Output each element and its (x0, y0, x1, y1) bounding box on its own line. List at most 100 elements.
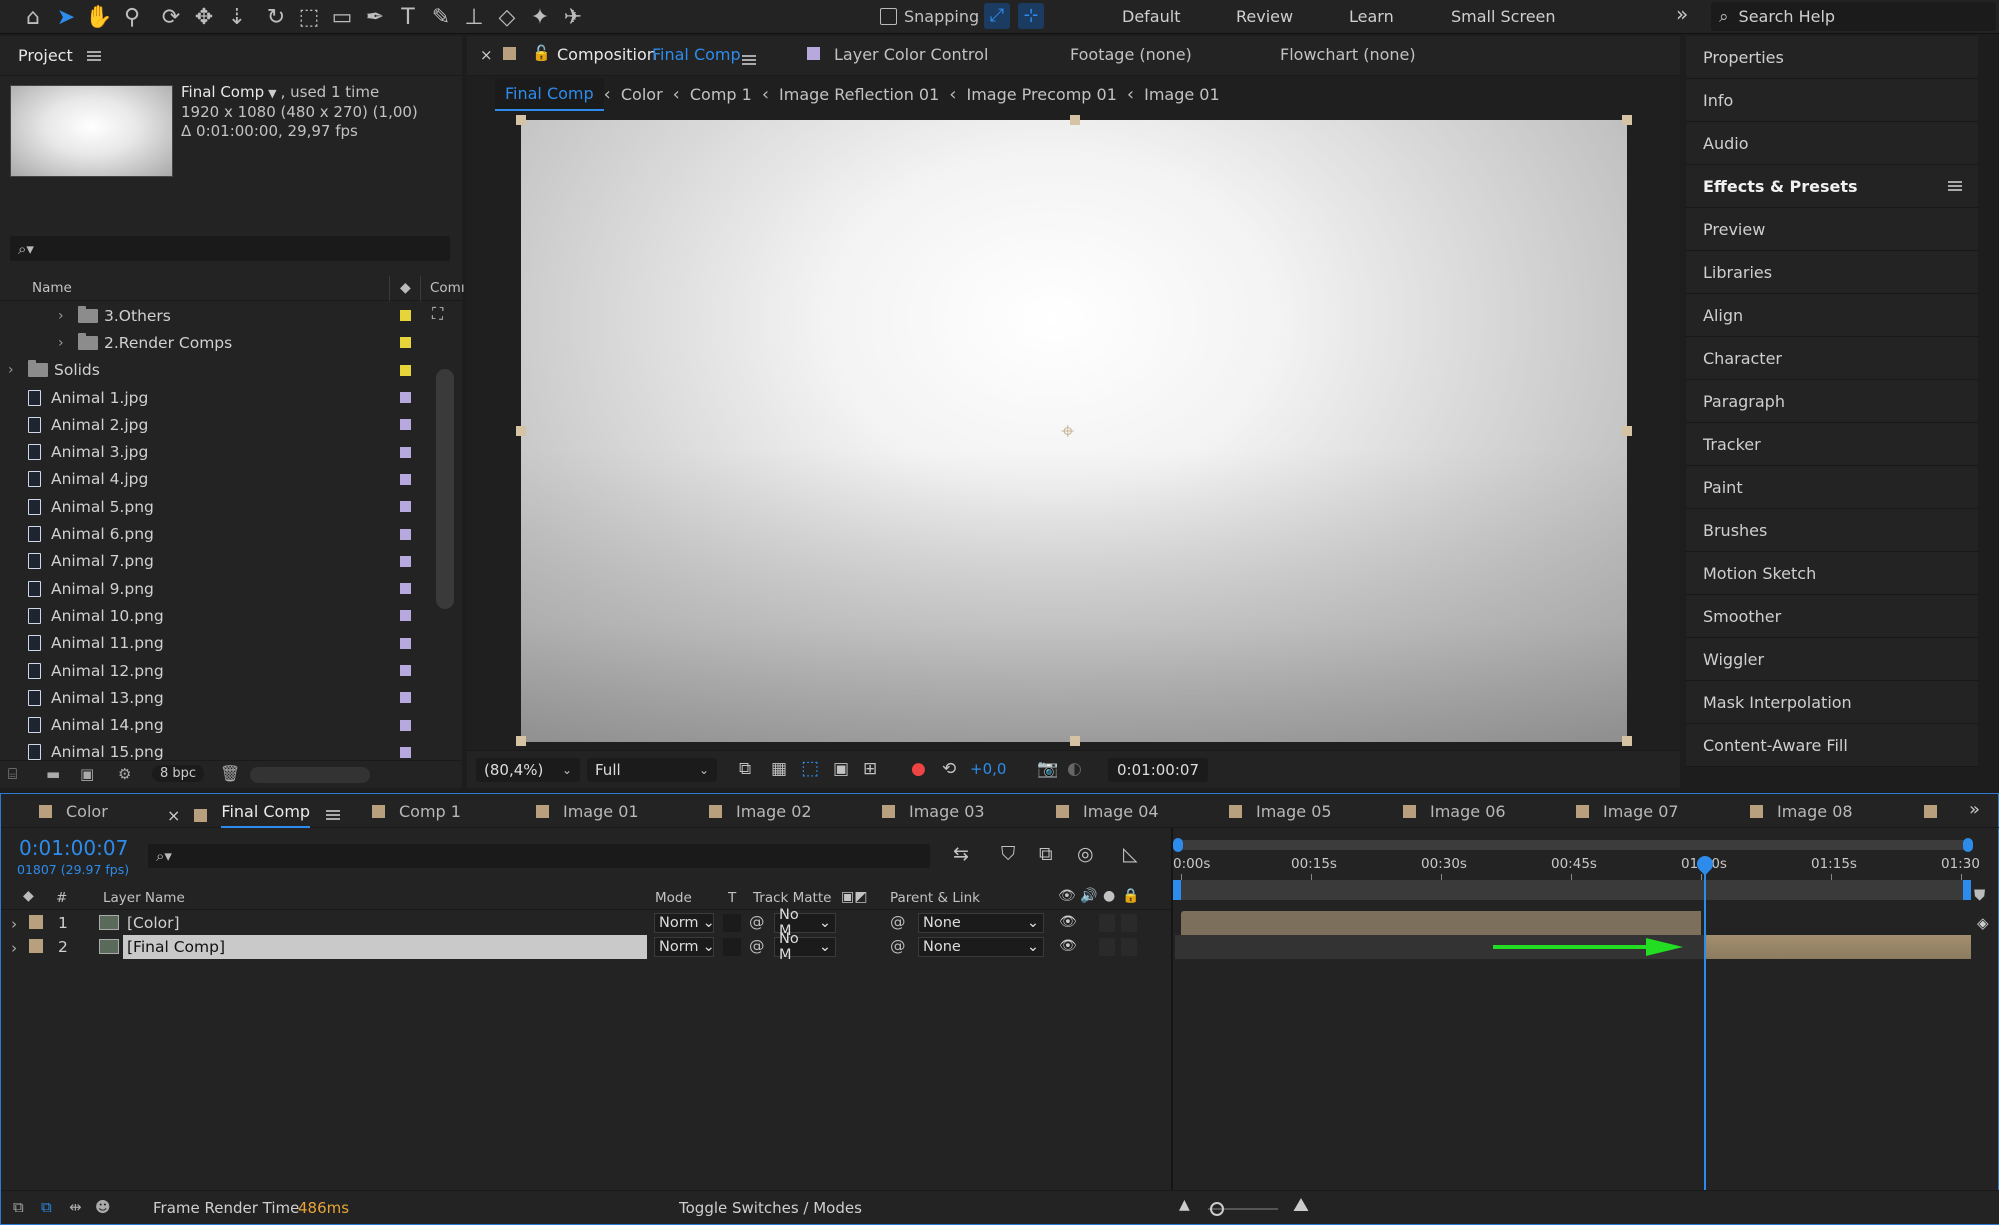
checkbox-icon[interactable] (880, 8, 897, 25)
panel-paint[interactable]: Paint (1686, 466, 1978, 509)
work-area-end[interactable] (1963, 880, 1971, 900)
timeline-tab[interactable]: Image 05 (1229, 802, 1332, 821)
timeline-tab[interactable]: Comp 1 (372, 802, 461, 821)
rotate-icon[interactable]: ↻ (261, 2, 291, 32)
column-mode[interactable]: Mode (655, 890, 692, 906)
project-item[interactable]: Animal 2.jpg (0, 411, 430, 438)
work-area-start[interactable] (1173, 880, 1181, 900)
solo-switch-icon[interactable]: ● (1103, 888, 1115, 904)
zoom-out-icon[interactable]: ▲ (1179, 1197, 1190, 1213)
project-item[interactable]: Animal 11.png (0, 630, 430, 657)
workspace-learn[interactable]: Learn (1349, 7, 1394, 26)
column-layer-name[interactable]: Layer Name (103, 890, 185, 906)
brush-icon[interactable]: ✎ (426, 2, 456, 32)
reset-exposure-icon[interactable]: ⟲ (942, 759, 956, 779)
panel-brushes[interactable]: Brushes (1686, 509, 1978, 552)
switch-toggle[interactable] (1099, 914, 1115, 932)
thumbnail-slider[interactable] (250, 767, 370, 783)
fast-previews-icon[interactable]: ⧉ (739, 759, 751, 779)
switch-toggle[interactable] (1121, 938, 1137, 956)
composition-tab-name[interactable]: Final Comp (652, 45, 741, 64)
layer-mode-dropdown[interactable]: Norm ⌄ (654, 937, 715, 957)
snap-features-icon[interactable]: ⊹ (1018, 3, 1044, 29)
dropdown-arrow-icon[interactable]: ▼ (268, 87, 276, 100)
workspace-small-screen[interactable]: Small Screen (1451, 7, 1556, 26)
region-of-interest-icon[interactable]: ▣ (833, 759, 849, 779)
channel-icon[interactable]: ● (911, 759, 926, 779)
composition-viewer[interactable]: ⌖ (521, 120, 1627, 742)
label-color-swatch[interactable] (29, 939, 43, 953)
composition-tab-prefix[interactable]: Composition (557, 45, 657, 64)
video-switch-icon[interactable]: 👁 (1058, 888, 1076, 904)
label-color-swatch[interactable] (400, 637, 411, 649)
more-workspaces-icon[interactable]: » (1676, 2, 1688, 26)
timeline-tab[interactable]: × Final Comp (167, 802, 341, 828)
transfer-controls-icon[interactable]: ⧉ (41, 1198, 52, 1216)
pen-icon[interactable]: ✒ (360, 2, 390, 32)
composition-mini-flowchart-icon[interactable]: ⇆ (953, 843, 969, 865)
panel-smoother[interactable]: Smoother (1686, 595, 1978, 638)
project-item[interactable]: Animal 3.jpg (0, 438, 430, 465)
layer-switches-icon[interactable]: ⧉ (13, 1198, 24, 1216)
expand-chevron-icon[interactable]: › (11, 915, 17, 933)
preserve-transparency-toggle[interactable] (723, 938, 741, 956)
track-matte-pickwhip-icon[interactable]: @ (749, 937, 765, 955)
more-tabs-icon[interactable]: » (1969, 799, 1980, 820)
project-scrollbar[interactable] (436, 369, 454, 609)
panel-mask-interpolation[interactable]: Mask Interpolation (1686, 681, 1978, 724)
zoom-in-icon[interactable]: ⛰ (1293, 1194, 1309, 1216)
snapping-toggle[interactable]: Snapping (880, 7, 979, 26)
timeline-tab[interactable]: Image 02 (709, 802, 812, 821)
panel-preview[interactable]: Preview (1686, 208, 1978, 251)
parent-pickwhip-icon[interactable]: @ (890, 913, 906, 931)
project-item[interactable]: Animal 7.png (0, 548, 430, 575)
breadcrumb-item[interactable]: Color (611, 79, 673, 110)
flowchart-icon[interactable]: ⛶ (432, 304, 443, 324)
workspace-default[interactable]: Default (1122, 7, 1180, 26)
workspace-review[interactable]: Review (1236, 7, 1293, 26)
motion-blur-icon[interactable]: ◎ (1077, 843, 1094, 865)
close-icon[interactable]: × (480, 46, 493, 64)
pan-icon[interactable]: ✥ (189, 2, 219, 32)
expand-chevron-icon[interactable]: › (8, 362, 22, 378)
label-color-swatch[interactable] (400, 473, 411, 485)
transform-handle[interactable] (516, 736, 526, 746)
timeline-tab[interactable]: Image 06 (1403, 802, 1506, 821)
region-icon[interactable]: ⬚ (294, 2, 324, 32)
parent-pickwhip-icon[interactable]: @ (890, 937, 906, 955)
project-item[interactable]: Animal 9.png (0, 575, 430, 602)
panel-content-aware-fill[interactable]: Content-Aware Fill (1686, 724, 1978, 767)
track-matte-dropdown[interactable]: No M ⌄ (774, 907, 836, 939)
in-out-icon[interactable]: ⇹ (69, 1198, 82, 1216)
panel-effects-presets[interactable]: Effects & Presets (1686, 165, 1978, 208)
label-column-icon[interactable]: ◆ (400, 280, 411, 296)
transform-handle[interactable] (1070, 736, 1080, 746)
timeline-search-input[interactable]: ⌕▾ (148, 844, 930, 868)
label-color-swatch[interactable] (400, 719, 411, 731)
comp-info-name[interactable]: Final Comp (181, 83, 264, 101)
timeline-tab[interactable]: Image 04 (1056, 802, 1159, 821)
work-area-bar[interactable] (1175, 880, 1971, 900)
panel-menu-icon[interactable] (1948, 181, 1962, 191)
timeline-tab[interactable]: Image 07 (1576, 802, 1679, 821)
project-item[interactable]: Animal 5.png (0, 493, 430, 520)
project-item[interactable]: Animal 13.png (0, 684, 430, 711)
parent-dropdown[interactable]: None ⌄ (918, 937, 1044, 957)
visibility-eye-icon[interactable]: 👁 (1059, 914, 1077, 930)
panel-info[interactable]: Info (1686, 79, 1978, 122)
comp-timecode[interactable]: 0:01:00:07 (1108, 758, 1208, 782)
expand-chevron-icon[interactable]: › (58, 335, 72, 351)
project-item[interactable]: Animal 6.png (0, 520, 430, 547)
column-name[interactable]: Name (32, 280, 72, 296)
mask-visibility-icon[interactable]: ⬚ (801, 757, 819, 779)
comp-marker-bin-icon[interactable]: ⛊ (1974, 886, 1985, 904)
column-track-matte[interactable]: Track Matte (753, 890, 831, 906)
breadcrumb-item[interactable]: Image Precomp 01 (956, 79, 1126, 110)
label-color-swatch[interactable] (400, 419, 411, 431)
anchor-point-icon[interactable]: ⌖ (1061, 417, 1075, 445)
layer-bar-final-comp[interactable] (1705, 935, 1971, 959)
layer-row[interactable]: › 1 [Color] Norm ⌄ @ No M ⌄ @ None ⌄ 👁 (1, 907, 1171, 939)
switch-toggle[interactable] (1099, 938, 1115, 956)
zoom-dropdown[interactable]: (80,4%) ⌄ (476, 758, 580, 782)
resolution-dropdown[interactable]: Full ⌄ (587, 758, 717, 782)
